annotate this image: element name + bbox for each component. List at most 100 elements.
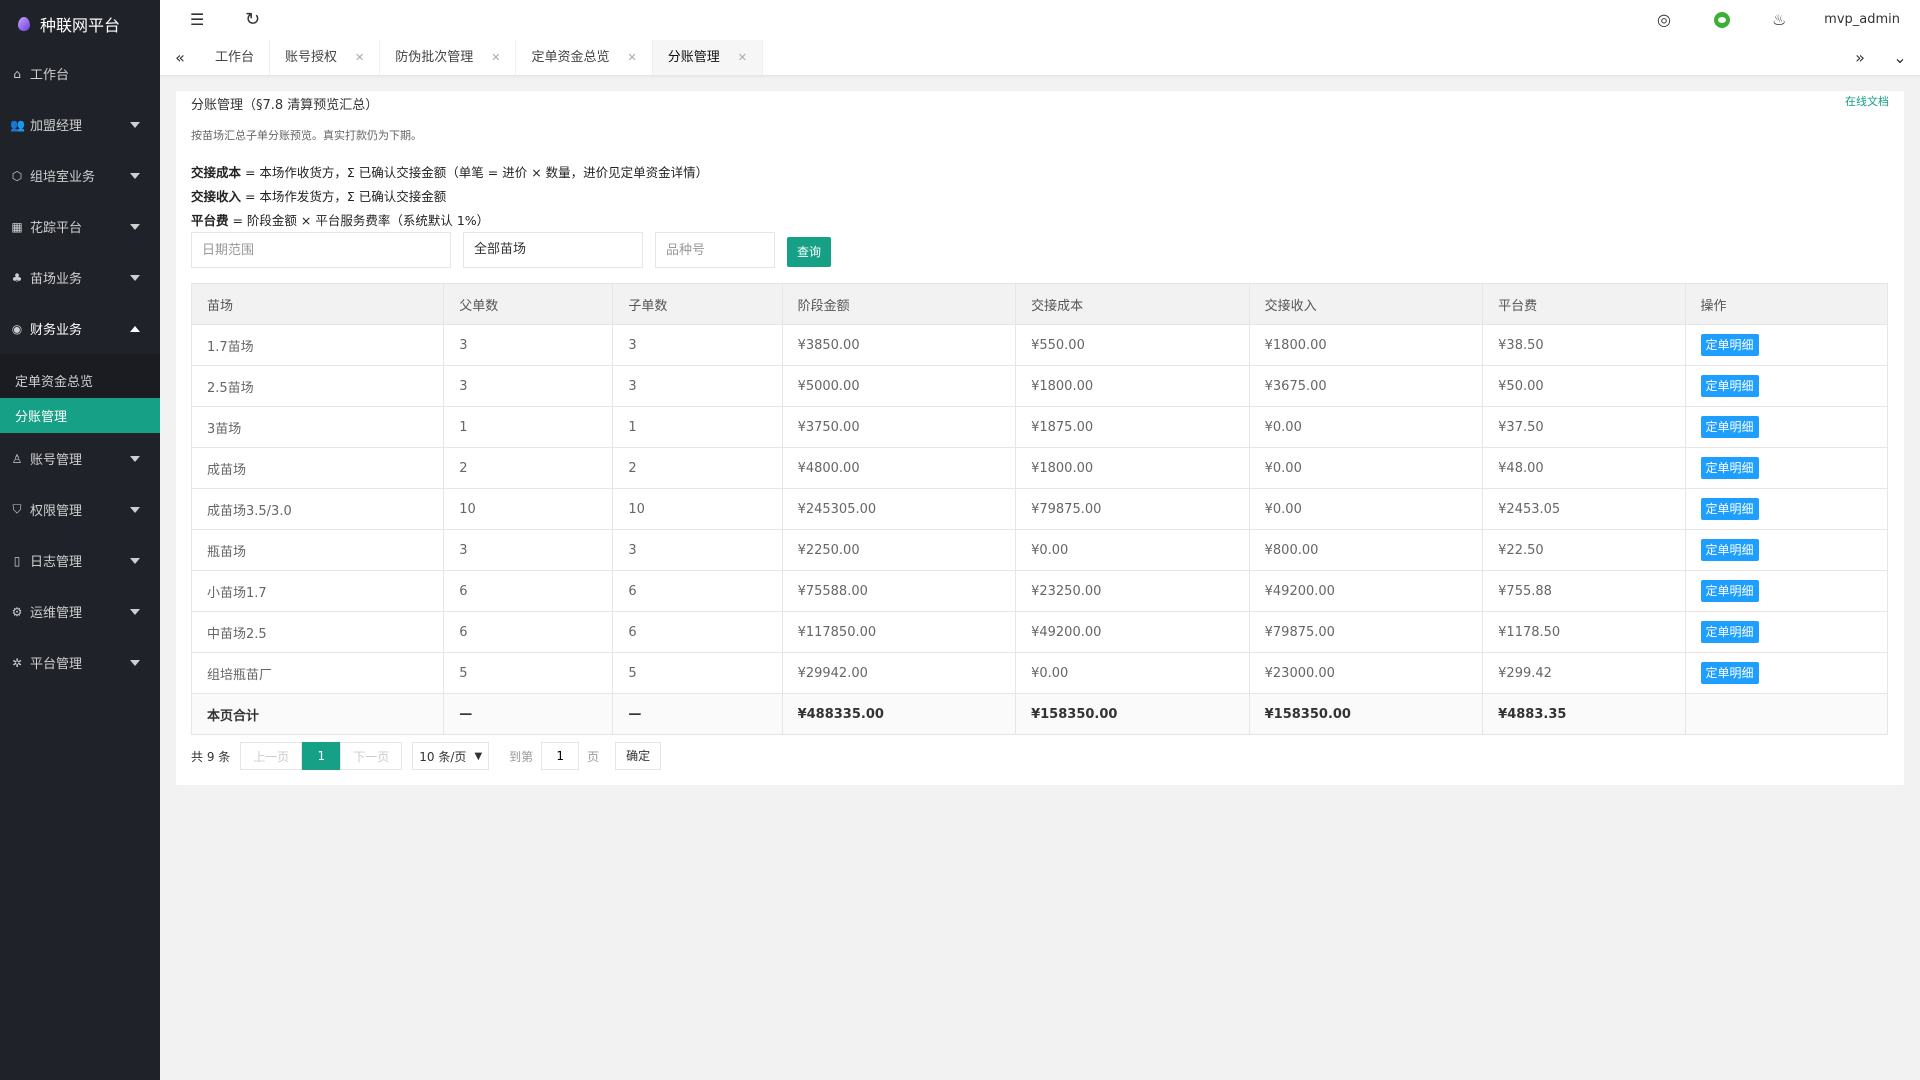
variety-input[interactable] xyxy=(655,232,775,268)
table-cell: ¥0.00 xyxy=(1015,529,1250,571)
tab-0[interactable]: 工作台 xyxy=(200,40,271,75)
sidebar-item-3[interactable]: ▦ 花踪平台 xyxy=(0,201,160,252)
close-icon[interactable]: ✕ xyxy=(355,40,364,75)
online-doc-link[interactable]: 在线文档 xyxy=(1845,93,1889,109)
sidebar-item-4[interactable]: ♣ 苗场业务 xyxy=(0,252,160,303)
table-cell: ¥3675.00 xyxy=(1248,365,1484,407)
order-detail-button[interactable]: 定单明细 xyxy=(1700,334,1759,356)
table-cell: 3 xyxy=(612,529,783,571)
table-cell: 6 xyxy=(612,570,783,612)
finance-icon: ◉ xyxy=(11,321,23,336)
order-detail-button[interactable]: 定单明细 xyxy=(1700,498,1759,520)
sidebar-item-6[interactable]: ♙ 账号管理 xyxy=(0,433,160,484)
menu-toggle-icon[interactable]: ☰ xyxy=(190,0,204,40)
sidebar-subitem-1[interactable]: 分账管理 xyxy=(0,398,160,433)
order-detail-button[interactable]: 定单明细 xyxy=(1700,580,1759,602)
current-page-button[interactable]: 1 xyxy=(302,742,341,770)
caret-down-icon xyxy=(130,659,140,666)
user-menu[interactable]: mvp_admin xyxy=(1824,0,1900,40)
sidebar-item-label: 花踪平台 xyxy=(30,221,83,236)
farm-select[interactable]: 全部苗场 xyxy=(463,232,643,268)
sidebar-item-9[interactable]: ⚙ 运维管理 xyxy=(0,586,160,637)
order-detail-button[interactable]: 定单明细 xyxy=(1700,662,1759,684)
tab-1[interactable]: 账号授权 ✕ xyxy=(270,40,381,75)
close-icon[interactable]: ✕ xyxy=(491,40,500,75)
table-cell: ¥245305.00 xyxy=(781,488,1017,530)
order-detail-button[interactable]: 定单明细 xyxy=(1700,416,1759,438)
page-size-select[interactable]: 10 条/页 ▼ xyxy=(412,742,490,770)
order-detail-button[interactable]: 定单明细 xyxy=(1700,457,1759,479)
wechat-icon-wrap[interactable] xyxy=(1714,0,1730,40)
table-row: 瓶苗场 3 3 ¥2250.00 ¥0.00 ¥800.00 ¥22.50 定单明细 xyxy=(190,529,1889,571)
table-cell: 成苗场3.5/3.0 xyxy=(190,488,445,530)
table-cell: 1 xyxy=(443,406,614,448)
query-button[interactable]: 查询 xyxy=(787,237,831,267)
app-logo[interactable]: 种联网平台 xyxy=(0,0,160,48)
table-cell: ¥2453.05 xyxy=(1482,488,1686,530)
column-header: 交接收入 xyxy=(1248,283,1484,325)
table-row: 组培瓶苗厂 5 5 ¥29942.00 ¥0.00 ¥23000.00 ¥299.42 定单明… xyxy=(190,652,1889,694)
total-cell: — xyxy=(443,693,614,735)
sidebar-item-label: 日志管理 xyxy=(30,555,83,570)
tab-3[interactable]: 定单资金总览 ✕ xyxy=(516,40,653,75)
table-cell: ¥800.00 xyxy=(1248,529,1484,571)
tab-4[interactable]: 分账管理 ✕ xyxy=(652,40,763,75)
table-cell: 3 xyxy=(443,365,614,407)
action-cell: 定单明细 xyxy=(1684,324,1889,366)
table-cell: ¥3850.00 xyxy=(781,324,1017,366)
content-card: 分账管理（§7.8 清算预览汇总） 在线文档 按苗场汇总子单分账预览。真实打款仍… xyxy=(176,91,1904,785)
table-cell: 5 xyxy=(612,652,783,694)
sidebar-item-label: 账号管理 xyxy=(30,453,83,468)
close-icon[interactable]: ✕ xyxy=(628,40,637,75)
table-cell: ¥1800.00 xyxy=(1015,447,1250,489)
tab-2[interactable]: 防伪批次管理 ✕ xyxy=(380,40,517,75)
next-page-button[interactable]: 下一页 xyxy=(340,742,403,770)
table-cell: 瓶苗场 xyxy=(190,529,445,571)
chevron-down-icon: ▼ xyxy=(474,750,483,762)
tab-label: 账号授权 xyxy=(285,50,338,65)
sidebar-item-2[interactable]: ⬡ 组培室业务 xyxy=(0,150,160,201)
sidebar-item-5[interactable]: ◉ 财务业务 xyxy=(0,303,160,354)
table-cell: ¥50.00 xyxy=(1482,365,1686,407)
prev-page-button[interactable]: 上一页 xyxy=(240,742,303,770)
tab-next-icon[interactable]: » xyxy=(1840,40,1880,75)
column-header: 平台费 xyxy=(1482,283,1686,325)
refresh-icon[interactable]: ↻ xyxy=(245,0,260,40)
sidebar-item-10[interactable]: ✲ 平台管理 xyxy=(0,637,160,688)
tab-more-icon[interactable]: ⌄ xyxy=(1880,40,1920,75)
total-cell: ¥158350.00 xyxy=(1248,693,1484,735)
sidebar-item-8[interactable]: ▯ 日志管理 xyxy=(0,535,160,586)
goto-page-input[interactable] xyxy=(541,742,580,770)
order-detail-button[interactable]: 定单明细 xyxy=(1700,375,1759,397)
table-cell: ¥1800.00 xyxy=(1248,324,1484,366)
table-cell: 2 xyxy=(443,447,614,489)
caret-up-icon xyxy=(130,325,140,332)
sidebar-item-1[interactable]: 👥 加盟经理 xyxy=(0,99,160,150)
table-cell: 10 xyxy=(443,488,614,530)
tab-list: 工作台 账号授权 ✕ 防伪批次管理 ✕ 定单资金总览 ✕ 分账管理 ✕ xyxy=(200,40,763,75)
table-cell: ¥29942.00 xyxy=(781,652,1017,694)
date-range-input[interactable] xyxy=(191,232,451,268)
table-cell: ¥1875.00 xyxy=(1015,406,1250,448)
tab-prev-icon[interactable]: « xyxy=(160,40,200,75)
sidebar-item-7[interactable]: ⛉ 权限管理 xyxy=(0,484,160,535)
wechat-icon xyxy=(1714,12,1730,28)
caret-down-icon xyxy=(130,608,140,615)
globe-icon[interactable]: ◎ xyxy=(1657,0,1671,40)
sidebar-item-label: 组培室业务 xyxy=(30,170,96,185)
total-row: 本页合计 — — ¥488335.00 ¥158350.00 ¥158350.00 ¥488… xyxy=(190,693,1889,735)
action-cell: 定单明细 xyxy=(1684,447,1889,489)
sidebar-item-0[interactable]: ⌂ 工作台 xyxy=(0,48,160,99)
order-detail-button[interactable]: 定单明细 xyxy=(1700,539,1759,561)
goto-confirm-button[interactable]: 确定 xyxy=(615,742,662,770)
table-cell: ¥79875.00 xyxy=(1248,611,1484,653)
table-cell: 2 xyxy=(612,447,783,489)
close-icon[interactable]: ✕ xyxy=(738,40,747,75)
sidebar-subitem-0[interactable]: 定单资金总览 xyxy=(0,363,160,398)
order-detail-button[interactable]: 定单明细 xyxy=(1700,621,1759,643)
sidebar-item-label: 运维管理 xyxy=(30,606,83,621)
action-cell: 定单明细 xyxy=(1684,652,1889,694)
table-row: 3苗场 1 1 ¥3750.00 ¥1875.00 ¥0.00 ¥37.50 定单明细 xyxy=(190,406,1889,448)
shirt-icon[interactable]: ♨ xyxy=(1772,0,1786,40)
page-description: 按苗场汇总子单分账预览。真实打款仍为下期。 xyxy=(191,129,422,142)
